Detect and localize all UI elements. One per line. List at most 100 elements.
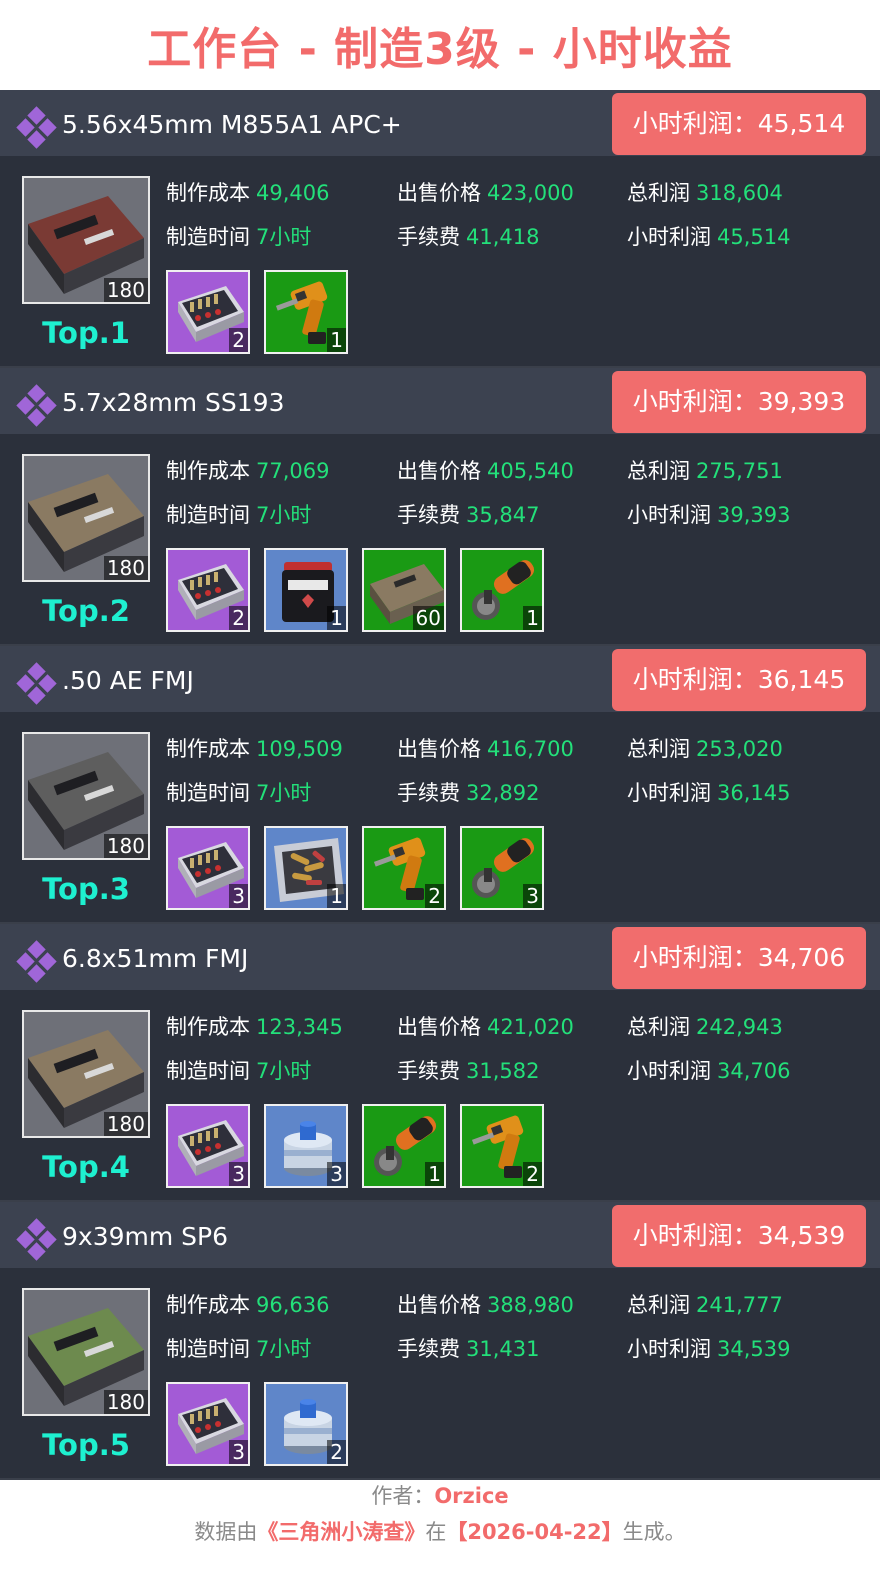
- stat-fee: 手续费 31,582: [397, 1056, 539, 1086]
- stat-label: 小时利润: [627, 781, 711, 805]
- material-slot[interactable]: 60: [362, 548, 446, 632]
- product-image: 180: [22, 1288, 150, 1416]
- material-quantity: 3: [523, 884, 542, 908]
- material-slot[interactable]: 3: [264, 1104, 348, 1188]
- hourly-profit-badge: 小时利润：39,393: [612, 371, 866, 433]
- source-line: 数据由《三角洲小涛查》在【2026-04-22】生成。: [0, 1514, 880, 1550]
- recipe-card: 5.56x45mm M855A1 APC+ 小时利润：45,514 180 Top.1…: [0, 90, 880, 368]
- material-slot[interactable]: 1: [460, 548, 544, 632]
- material-quantity: 1: [425, 1162, 444, 1186]
- author-line: 作者：Orzice: [0, 1478, 880, 1514]
- material-slot[interactable]: 1: [264, 270, 348, 354]
- source-prefix: 数据由: [194, 1520, 258, 1544]
- item-diamond-icon: [15, 106, 59, 150]
- stat-value: 7小时: [256, 225, 312, 249]
- material-quantity: 1: [327, 328, 346, 352]
- stat-value: 7小时: [256, 503, 312, 527]
- stat-value: 7小时: [256, 1337, 312, 1361]
- stat-value: 423,000: [487, 181, 574, 205]
- product-quantity: 180: [103, 1112, 148, 1136]
- material-slot[interactable]: 2: [166, 548, 250, 632]
- hourly-profit-badge: 小时利润：45,514: [612, 93, 866, 155]
- stat-label: 出售价格: [397, 1015, 481, 1039]
- product-image: 180: [22, 454, 150, 582]
- item-list: 5.56x45mm M855A1 APC+ 小时利润：45,514 180 Top.1…: [0, 90, 880, 1480]
- stat-label: 小时利润: [627, 503, 711, 527]
- stat-hourly: 小时利润 45,514: [627, 222, 790, 252]
- stat-label: 制作成本: [166, 1015, 250, 1039]
- card-header: 5.56x45mm M855A1 APC+ 小时利润：45,514: [0, 90, 880, 156]
- stat-label: 制造时间: [166, 225, 250, 249]
- stat-label: 出售价格: [397, 181, 481, 205]
- page-title: 工作台 - 制造3级 - 小时收益: [147, 24, 733, 75]
- material-slot[interactable]: 2: [166, 270, 250, 354]
- material-slot[interactable]: 3: [460, 826, 544, 910]
- material-quantity: 2: [327, 1440, 346, 1464]
- stat-total: 总利润 242,943: [627, 1012, 783, 1042]
- material-quantity: 2: [523, 1162, 542, 1186]
- material-slot[interactable]: 2: [362, 826, 446, 910]
- item-diamond-icon: [15, 662, 59, 706]
- stat-hourly: 小时利润 34,539: [627, 1334, 790, 1364]
- rank-label: Top.1: [42, 316, 130, 350]
- item-name: 5.7x28mm SS193: [62, 388, 285, 417]
- stat-value: 34,539: [717, 1337, 791, 1361]
- product-image: 180: [22, 732, 150, 860]
- material-slot[interactable]: 1: [362, 1104, 446, 1188]
- material-slot[interactable]: 3: [166, 1104, 250, 1188]
- stat-label: 出售价格: [397, 737, 481, 761]
- stat-label: 总利润: [627, 181, 690, 205]
- stat-label: 制造时间: [166, 1337, 250, 1361]
- stat-cost: 制作成本 49,406: [166, 178, 329, 208]
- stat-label: 总利润: [627, 1015, 690, 1039]
- stat-hourly: 小时利润 39,393: [627, 500, 790, 530]
- stat-cost: 制作成本 109,509: [166, 734, 343, 764]
- stat-hourly: 小时利润 34,706: [627, 1056, 790, 1086]
- source-name: 《三角洲小涛查》: [257, 1520, 426, 1544]
- recipe-card: 6.8x51mm FMJ 小时利润：34,706 180 Top.4 制作成本 123,3…: [0, 924, 880, 1202]
- stat-value: 32,892: [466, 781, 540, 805]
- stat-value: 35,847: [466, 503, 540, 527]
- material-slot[interactable]: 3: [166, 1382, 250, 1466]
- material-slot[interactable]: 1: [264, 826, 348, 910]
- material-slot[interactable]: 2: [460, 1104, 544, 1188]
- stat-label: 制造时间: [166, 503, 250, 527]
- material-slot[interactable]: 3: [166, 826, 250, 910]
- material-quantity: 2: [425, 884, 444, 908]
- stat-time: 制造时间 7小时: [166, 1334, 311, 1364]
- recipe-card: .50 AE FMJ 小时利润：36,145 180 Top.3 制作成本 109,509…: [0, 646, 880, 924]
- stat-total: 总利润 275,751: [627, 456, 783, 486]
- stat-label: 制作成本: [166, 737, 250, 761]
- stat-value: 31,582: [466, 1059, 540, 1083]
- stat-value: 253,020: [696, 737, 783, 761]
- stat-cost: 制作成本 77,069: [166, 456, 329, 486]
- stat-value: 36,145: [717, 781, 791, 805]
- stat-label: 总利润: [627, 737, 690, 761]
- item-diamond-icon: [15, 940, 59, 984]
- stat-label: 总利润: [627, 1293, 690, 1317]
- stat-value: 275,751: [696, 459, 783, 483]
- stat-fee: 手续费 35,847: [397, 500, 539, 530]
- stat-value: 34,706: [717, 1059, 791, 1083]
- stat-cost: 制作成本 96,636: [166, 1290, 329, 1320]
- stat-value: 123,345: [256, 1015, 343, 1039]
- stat-value: 109,509: [256, 737, 343, 761]
- rank-label: Top.5: [42, 1428, 130, 1462]
- stat-value: 241,777: [696, 1293, 783, 1317]
- material-quantity: 60: [412, 606, 444, 630]
- stat-sell: 出售价格 416,700: [397, 734, 574, 764]
- stat-value: 7小时: [256, 1059, 312, 1083]
- material-quantity: 3: [229, 1440, 248, 1464]
- item-diamond-icon: [15, 1218, 59, 1262]
- material-slot[interactable]: 2: [264, 1382, 348, 1466]
- rank-label: Top.3: [42, 872, 130, 906]
- stat-total: 总利润 318,604: [627, 178, 783, 208]
- material-slot[interactable]: 1: [264, 548, 348, 632]
- stat-value: 421,020: [487, 1015, 574, 1039]
- rank-label: Top.4: [42, 1150, 130, 1184]
- stat-fee: 手续费 41,418: [397, 222, 539, 252]
- stat-value: 416,700: [487, 737, 574, 761]
- product-quantity: 180: [103, 834, 148, 858]
- stat-label: 制造时间: [166, 1059, 250, 1083]
- recipe-card: 9x39mm SP6 小时利润：34,539 180 Top.5 制作成本 96,636 出…: [0, 1202, 880, 1480]
